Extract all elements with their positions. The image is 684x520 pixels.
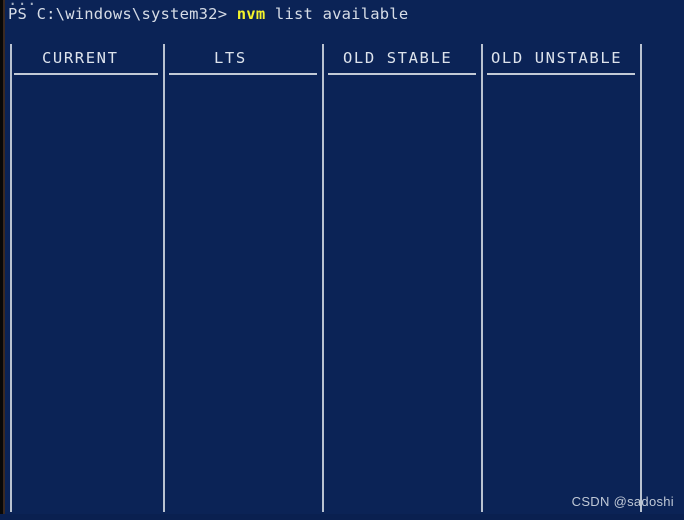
table-header-underline: [328, 73, 476, 75]
table-column-header: OLD STABLE: [343, 49, 453, 67]
window-left-accent-edge: [3, 0, 5, 520]
table-column-separator: [481, 44, 483, 512]
table-column-header: CURRENT: [42, 49, 119, 67]
powershell-terminal-window[interactable]: ... PS C:\windows\system32> nvm list ava…: [0, 0, 684, 520]
terminal-bottom-strip: [0, 514, 684, 520]
table-header-underline: [487, 73, 635, 75]
csdn-watermark: CSDN @sadoshi: [571, 494, 674, 509]
command-arguments: list available: [265, 5, 409, 23]
table-header-underline: [14, 73, 158, 75]
command-keyword: nvm: [236, 5, 266, 23]
table-column-header: OLD UNSTABLE: [491, 49, 623, 67]
table-column-separator: [10, 44, 12, 512]
table-column-separator: [163, 44, 165, 512]
table-header-underline: [169, 73, 317, 75]
table-right-border: [640, 44, 642, 512]
table-column-header: LTS: [214, 49, 247, 67]
command-line[interactable]: PS C:\windows\system32> nvm list availab…: [8, 5, 408, 23]
table-column-separator: [322, 44, 324, 512]
prompt-text: PS C:\windows\system32>: [8, 5, 237, 23]
